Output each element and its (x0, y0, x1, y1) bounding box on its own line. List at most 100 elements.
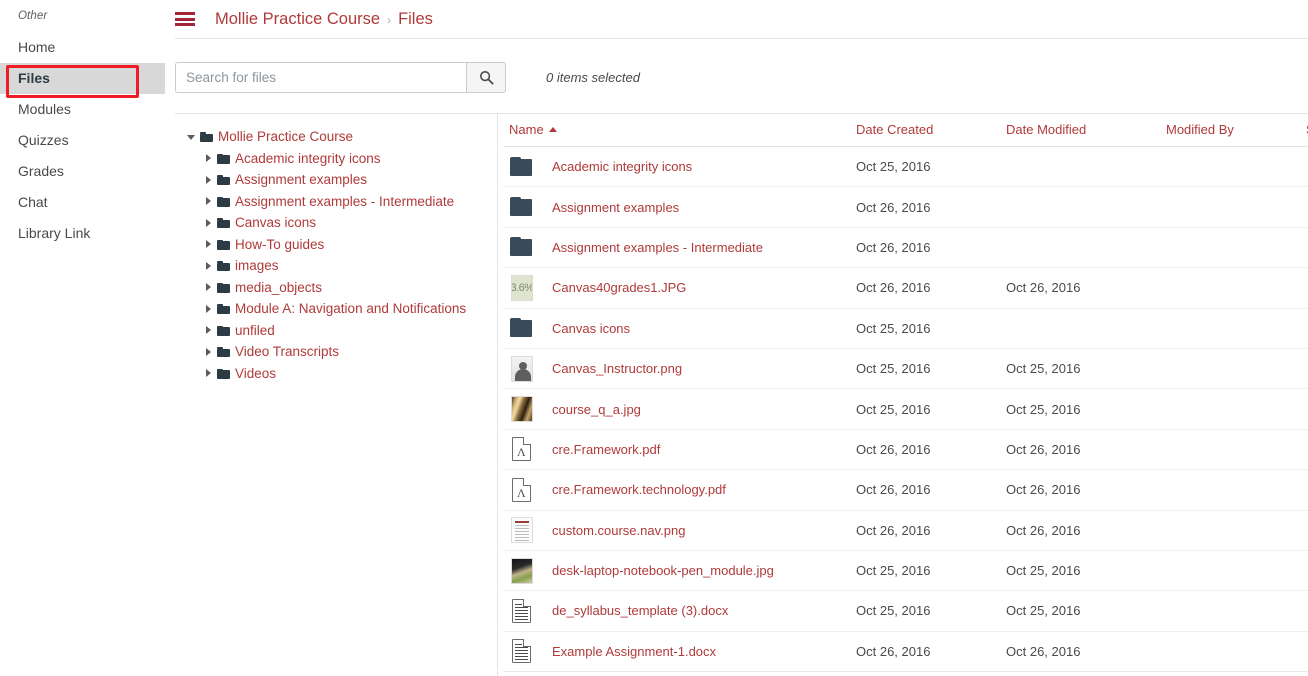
file-name-link[interactable]: custom.course.nav.png (552, 523, 685, 538)
cell-date-modified: Oct 25, 2016 (1006, 348, 1166, 390)
header-divider (175, 38, 1308, 39)
table-row[interactable]: Canvas_Instructor.png Oct 25, 2016 Oct 2… (503, 348, 1308, 390)
table-header-row: Name Date Created Date Modified Modified… (503, 114, 1308, 147)
tree-item-academic-integrity-icons[interactable]: Academic integrity icons (178, 148, 497, 170)
word-file-icon (509, 637, 534, 665)
pdf-file-icon: Λ (509, 435, 534, 463)
chevron-right-icon[interactable] (204, 282, 214, 292)
breadcrumb-separator-icon: › (387, 12, 392, 27)
table-row[interactable]: de_syllabus_template (3).docx Oct 25, 20… (503, 590, 1308, 632)
tree-item-canvas-icons[interactable]: Canvas icons (178, 212, 497, 234)
file-name-link[interactable]: cre.Framework.technology.pdf (552, 482, 726, 497)
chevron-right-icon[interactable] (204, 218, 214, 228)
sidebar-item-library-link[interactable]: Library Link (0, 218, 165, 249)
tree-item-label: Assignment examples (235, 172, 368, 188)
cell-date-created: Oct 25, 2016 (856, 388, 1006, 430)
table-row[interactable]: desk-laptop-notebook-pen_module.jpg Oct … (503, 550, 1308, 592)
column-header-name-label: Name (509, 122, 544, 137)
folder-icon (217, 346, 230, 358)
table-row[interactable]: Example Assignment-1.docx Oct 26, 2016 O… (503, 631, 1308, 673)
breadcrumb-course-link[interactable]: Mollie Practice Course (215, 10, 380, 29)
sidebar-item-chat[interactable]: Chat (0, 187, 165, 218)
table-row[interactable]: course_q_a.jpg Oct 25, 2016 Oct 25, 2016… (503, 388, 1308, 430)
tree-item-videos[interactable]: Videos (178, 363, 497, 385)
file-name-link[interactable]: Canvas_Instructor.png (552, 361, 682, 376)
file-name-link[interactable]: Canvas icons (552, 321, 630, 336)
chevron-right-icon[interactable] (204, 153, 214, 163)
hamburger-icon[interactable] (175, 12, 195, 26)
photo-thumbnail-icon (509, 395, 534, 423)
chevron-down-icon[interactable] (187, 132, 197, 142)
thumbnail-text: 3.6% (511, 281, 533, 294)
sidebar-item-grades[interactable]: Grades (0, 156, 165, 187)
sidebar-section-label: Other (18, 10, 48, 22)
folder-icon (217, 260, 230, 272)
sidebar-item-files[interactable]: Files (0, 63, 165, 94)
table-row[interactable]: Assignment examples Oct 26, 2016 -- (503, 186, 1308, 228)
tree-item-media-objects[interactable]: media_objects (178, 277, 497, 299)
cell-modified-by (1166, 631, 1306, 673)
main-content: Mollie Practice Course › Files 0 items s… (165, 0, 1308, 676)
cell-modified-by (1166, 388, 1306, 430)
tree-item-unfiled[interactable]: unfiled (178, 320, 497, 342)
chevron-right-icon[interactable] (204, 175, 214, 185)
chevron-right-icon[interactable] (204, 261, 214, 271)
column-header-modified-by[interactable]: Modified By (1166, 114, 1306, 147)
folder-icon (200, 131, 213, 143)
tree-item-video-transcripts[interactable]: Video Transcripts (178, 341, 497, 363)
cell-date-modified (1006, 227, 1166, 269)
folder-icon (217, 303, 230, 315)
cell-date-modified (1006, 146, 1166, 188)
search-button[interactable] (466, 62, 506, 93)
tree-item-assignment-examples-intermediate[interactable]: Assignment examples - Intermediate (178, 191, 497, 213)
cell-date-modified: Oct 26, 2016 (1006, 631, 1166, 673)
sidebar-item-home[interactable]: Home (0, 32, 165, 63)
chevron-right-icon[interactable] (204, 347, 214, 357)
tree-item-how-to-guides[interactable]: How-To guides (178, 234, 497, 256)
chevron-right-icon[interactable] (204, 196, 214, 206)
search-input[interactable] (175, 62, 466, 93)
tree-item-label: Assignment examples - Intermediate (235, 193, 455, 209)
file-name-link[interactable]: Example Assignment-1.docx (552, 644, 716, 659)
sidebar-item-modules[interactable]: Modules (0, 94, 165, 125)
cell-name: Assignment examples - Intermediate (503, 227, 856, 269)
table-row[interactable]: Λ cre.Framework.pdf Oct 26, 2016 Oct 26,… (503, 429, 1308, 471)
cell-date-modified: Oct 25, 2016 (1006, 550, 1166, 592)
file-name-link[interactable]: course_q_a.jpg (552, 402, 641, 417)
tree-item-assignment-examples[interactable]: Assignment examples (178, 169, 497, 191)
table-row[interactable]: custom.course.nav.png Oct 26, 2016 Oct 2… (503, 510, 1308, 551)
chevron-right-icon[interactable] (204, 368, 214, 378)
tree-item-root[interactable]: Mollie Practice Course (178, 126, 497, 148)
table-row[interactable]: Λ cre.Framework.technology.pdf Oct 26, 2… (503, 469, 1308, 511)
tree-item-module-a[interactable]: Module A: Navigation and Notifications (178, 298, 497, 320)
column-header-name[interactable]: Name (503, 114, 856, 147)
column-header-date-created[interactable]: Date Created (856, 114, 1006, 147)
tree-item-label: Videos (235, 365, 277, 381)
sidebar-item-quizzes[interactable]: Quizzes (0, 125, 165, 156)
table-row[interactable]: Assignment examples - Intermediate Oct 2… (503, 227, 1308, 269)
file-name-link[interactable]: Canvas40grades1.JPG (552, 280, 686, 295)
cell-name: Example Assignment-1.docx (503, 631, 856, 673)
file-name-link[interactable]: Assignment examples (552, 200, 679, 215)
search-icon (479, 70, 493, 85)
file-name-link[interactable]: desk-laptop-notebook-pen_module.jpg (552, 563, 774, 578)
cell-modified-by (1166, 146, 1306, 188)
cell-date-created: Oct 26, 2016 (856, 429, 1006, 471)
table-row[interactable]: Academic integrity icons Oct 25, 2016 -- (503, 146, 1308, 188)
file-name-link[interactable]: de_syllabus_template (3).docx (552, 603, 728, 618)
tree-item-images[interactable]: images (178, 255, 497, 277)
sort-ascending-icon (548, 127, 557, 132)
chevron-right-icon[interactable] (204, 304, 214, 314)
table-row[interactable]: 3.6% Canvas40grades1.JPG Oct 26, 2016 Oc… (503, 267, 1308, 309)
cell-date-modified: Oct 25, 2016 (1006, 590, 1166, 632)
table-row[interactable]: Canvas icons Oct 25, 2016 -- (503, 308, 1308, 349)
sidebar-item-list: Home Files Modules Quizzes Grades Chat L… (0, 32, 165, 249)
cell-name: Canvas_Instructor.png (503, 348, 856, 390)
column-header-date-modified[interactable]: Date Modified (1006, 114, 1166, 147)
file-name-link[interactable]: cre.Framework.pdf (552, 442, 660, 457)
chevron-right-icon[interactable] (204, 239, 214, 249)
file-name-link[interactable]: Academic integrity icons (552, 159, 692, 174)
cell-modified-by (1166, 227, 1306, 269)
file-name-link[interactable]: Assignment examples - Intermediate (552, 240, 763, 255)
chevron-right-icon[interactable] (204, 325, 214, 335)
